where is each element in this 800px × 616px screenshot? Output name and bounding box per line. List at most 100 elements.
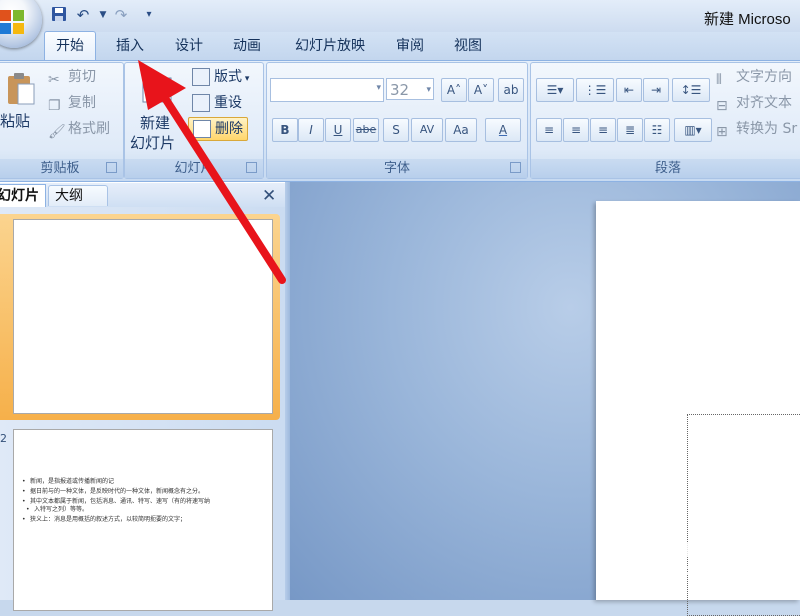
- convert-smartart-label: 转换为 Sr: [736, 121, 798, 137]
- decrease-indent-button[interactable]: ⇤: [616, 78, 642, 102]
- clear-format-button[interactable]: ab: [498, 78, 524, 102]
- clear-format-icon: ab: [503, 83, 519, 97]
- content-placeholder[interactable]: [687, 414, 800, 616]
- copy-button[interactable]: ❐ 复制: [48, 92, 96, 114]
- distributed-icon: ☷: [651, 123, 663, 137]
- tab-view[interactable]: 视图: [446, 32, 490, 60]
- copy-label: 复制: [68, 95, 96, 111]
- increase-indent-button[interactable]: ⇥: [643, 78, 669, 102]
- tab-home[interactable]: 开始: [44, 31, 96, 62]
- layout-label: 版式: [214, 69, 242, 85]
- underline-button[interactable]: U: [325, 118, 351, 142]
- italic-button[interactable]: I: [298, 118, 324, 142]
- tab-outline[interactable]: 大纲: [48, 185, 108, 206]
- font-launcher-icon[interactable]: [510, 162, 521, 173]
- columns-button[interactable]: ▥▾: [674, 118, 712, 142]
- paste-label: 粘贴: [0, 112, 31, 130]
- align-right-icon: ≡: [597, 123, 609, 137]
- increase-indent-icon: ⇥: [650, 83, 662, 97]
- format-painter-button[interactable]: 🖌 格式刷: [48, 118, 110, 140]
- justify-button[interactable]: ≣: [617, 118, 643, 142]
- align-text-icon: ⊟: [716, 98, 728, 114]
- tab-review[interactable]: 审阅: [388, 32, 432, 60]
- thumb-bullet: 新闻，是指报道或传播新闻的记: [22, 478, 114, 486]
- clipboard-launcher-icon[interactable]: [106, 162, 117, 173]
- font-size-value: 32: [390, 81, 410, 99]
- delete-button[interactable]: 删除: [188, 117, 248, 141]
- font-size-combo[interactable]: 32 ▾: [386, 78, 434, 100]
- bold-button[interactable]: B: [272, 118, 298, 142]
- paragraph-group-label: 段落: [531, 159, 800, 178]
- layout-button[interactable]: 版式 ▾: [192, 66, 249, 88]
- shadow-button[interactable]: S: [383, 118, 409, 142]
- char-spacing-button[interactable]: AV: [411, 118, 443, 142]
- strikethrough-button[interactable]: abe: [353, 118, 379, 142]
- text-direction-label: 文字方向: [736, 69, 792, 85]
- layout-dropdown-icon: ▾: [242, 74, 250, 84]
- paste-button[interactable]: 粘贴: [0, 70, 40, 150]
- reset-label: 重设: [214, 95, 242, 111]
- grow-font-icon: A˄: [446, 83, 462, 97]
- tab-design[interactable]: 设计: [167, 32, 211, 60]
- thumb-bullet-continuation: 入特写之列）等等。: [26, 506, 88, 514]
- slide-thumbnail-2[interactable]: 新闻，是指报道或传播新闻的记 据日前与的一种文体，是反映时代的一种文体，新闻概念…: [13, 429, 273, 611]
- redo-icon[interactable]: ↷: [112, 6, 130, 24]
- align-text-button[interactable]: ⊟ 对齐文本: [716, 92, 792, 114]
- grow-font-button[interactable]: A˄: [441, 78, 467, 102]
- text-direction-icon: ⫴: [716, 72, 722, 88]
- tab-slideshow[interactable]: 幻灯片放映: [285, 32, 375, 60]
- text-direction-button[interactable]: ⫴ 文字方向: [716, 66, 792, 88]
- cut-button[interactable]: ✂ 剪切: [48, 66, 96, 88]
- numbering-button[interactable]: ⋮☰: [576, 78, 614, 102]
- save-icon[interactable]: [50, 6, 68, 24]
- decrease-indent-icon: ⇤: [623, 83, 635, 97]
- thumb-bullet: 据日前与的一种文体，是反映时代的一种文体，新闻概念有之分。: [22, 488, 204, 496]
- format-painter-label: 格式刷: [68, 121, 110, 137]
- slides-group-label: 幻灯片: [125, 159, 263, 178]
- thumb-bullet: 狭义上：消息是用概括的叙述方式，以较简明扼要的文字；: [22, 516, 186, 524]
- new-slide-label-2: 幻灯片: [130, 134, 176, 152]
- smartart-icon: ⊞: [716, 124, 728, 140]
- cut-label: 剪切: [68, 69, 96, 85]
- font-color-button[interactable]: A: [485, 118, 521, 142]
- office-logo-icon: [0, 10, 24, 34]
- delete-slide-icon: [193, 120, 211, 138]
- new-slide-button[interactable]: 新建 幻灯片: [128, 72, 186, 152]
- baidu-watermark: Bai du 经验: [618, 531, 793, 564]
- delete-label: 删除: [215, 121, 243, 137]
- reset-icon: [192, 94, 210, 112]
- reset-button[interactable]: 重设: [192, 92, 242, 114]
- font-name-dropdown-icon[interactable]: ▾: [376, 83, 381, 93]
- align-right-button[interactable]: ≡: [590, 118, 616, 142]
- align-center-button[interactable]: ≡: [563, 118, 589, 142]
- layout-icon: [192, 68, 210, 86]
- tab-animation[interactable]: 动画: [225, 32, 269, 60]
- distributed-button[interactable]: ☷: [644, 118, 670, 142]
- align-left-button[interactable]: ≡: [536, 118, 562, 142]
- paintbrush-icon: 🖌: [48, 124, 66, 140]
- tab-insert[interactable]: 插入: [108, 32, 152, 60]
- bullets-icon: ☰▾: [546, 83, 564, 97]
- slides-launcher-icon[interactable]: [246, 162, 257, 173]
- font-group-label: 字体: [267, 159, 527, 178]
- align-left-icon: ≡: [543, 123, 555, 137]
- thumb-bullet: 其中文本都属于新闻，包括消息、通讯、特写、速写（有的将速写纳: [22, 498, 210, 506]
- slide-number-2: 2: [0, 432, 7, 445]
- change-case-button[interactable]: Aa: [445, 118, 477, 142]
- bullets-button[interactable]: ☰▾: [536, 78, 574, 102]
- shrink-font-button[interactable]: A˅: [468, 78, 494, 102]
- close-icon[interactable]: ✕: [262, 186, 276, 206]
- line-spacing-button[interactable]: ↕☰: [672, 78, 710, 102]
- undo-icon[interactable]: ↶: [74, 6, 92, 24]
- slide-thumbnail-1[interactable]: [13, 219, 273, 414]
- tab-slides[interactable]: 幻灯片: [0, 184, 46, 207]
- columns-icon: ▥▾: [684, 123, 702, 137]
- align-center-icon: ≡: [570, 123, 582, 137]
- font-size-dropdown-icon[interactable]: ▾: [426, 79, 431, 101]
- undo-dropdown-icon[interactable]: ▼: [94, 6, 112, 24]
- customize-toolbar-icon[interactable]: ▾: [140, 6, 158, 24]
- font-name-combo[interactable]: ▾: [270, 78, 384, 102]
- justify-icon: ≣: [624, 123, 636, 137]
- window-title: 新建 Microso: [704, 11, 791, 28]
- convert-smartart-button[interactable]: ⊞ 转换为 Sr: [716, 118, 797, 140]
